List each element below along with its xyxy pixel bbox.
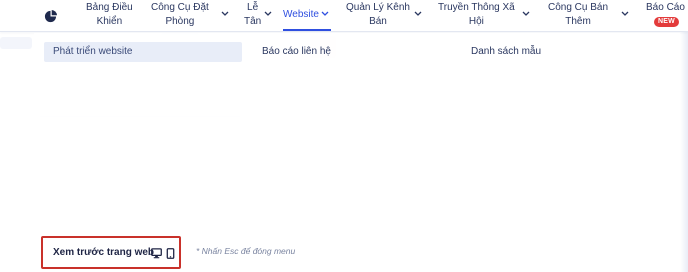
page-scrollbar[interactable]	[680, 32, 688, 272]
nav-item-social-media[interactable]: Truyền Thông Xã Hội	[438, 1, 515, 29]
nav-item-upsell-tools[interactable]: Công Cụ Bán Thêm	[548, 1, 608, 29]
nav-item-label: Công Cụ Bán Thêm	[548, 1, 608, 29]
nav-item-label-line: Tân	[244, 16, 262, 27]
chevron-down-icon[interactable]	[321, 11, 329, 17]
nav-item-reception[interactable]: Lễ Tân	[244, 1, 261, 29]
chevron-down-icon[interactable]	[621, 11, 629, 17]
nav-item-channel-manager[interactable]: Quản Lý Kênh Bán	[346, 1, 410, 29]
nav-item-label: Truyền Thông Xã Hội	[438, 1, 515, 29]
background-block	[0, 37, 32, 49]
nav-item-booking-tools[interactable]: Công Cụ Đặt Phòng	[151, 1, 209, 29]
chevron-down-icon[interactable]	[264, 11, 272, 17]
chevron-down-icon[interactable]	[414, 11, 422, 17]
nav-item-label-line: Hội	[468, 16, 484, 27]
nav-item-label-line: Khiển	[96, 16, 123, 27]
chevron-down-icon[interactable]	[221, 11, 229, 17]
menu-option-label: Danh sách mẫu	[471, 46, 542, 57]
desktop-icon[interactable]	[151, 248, 162, 259]
active-tab-indicator	[283, 29, 331, 31]
preview-button-label: Xem trước trang web	[53, 247, 155, 258]
menu-option-contact-report[interactable]: Báo cáo liên hệ	[262, 42, 331, 62]
nav-item-label: Báo Cáo	[646, 2, 685, 13]
tablet-icon[interactable]	[165, 248, 176, 259]
new-badge: NEW	[654, 17, 679, 27]
menu-option-website-development[interactable]: Phát triển website	[44, 42, 242, 62]
top-navigation: Bảng Điều Khiển Công Cụ Đặt Phòng Lễ Tân…	[0, 0, 688, 32]
chevron-down-icon[interactable]	[522, 11, 530, 17]
nav-item-label: Bảng Điều Khiển	[86, 1, 133, 29]
nav-item-label-line: Công Cụ Bán	[548, 2, 609, 13]
nav-item-label: Lễ Tân	[244, 1, 261, 29]
menu-option-template-list[interactable]: Danh sách mẫu	[471, 42, 541, 62]
preview-website-button[interactable]: Xem trước trang web	[41, 236, 181, 269]
nav-item-website[interactable]: Website	[283, 8, 319, 22]
nav-item-label-line: Lễ	[247, 2, 259, 13]
nav-item-label: Website	[283, 9, 319, 20]
nav-item-label: Quản Lý Kênh Bán	[346, 1, 410, 29]
close-menu-hint: * Nhấn Esc để đóng menu	[196, 246, 296, 256]
menu-option-label: Báo cáo liên hệ	[262, 46, 331, 57]
nav-item-label-line: Thêm	[565, 16, 591, 27]
nav-item-label-line: Phòng	[165, 16, 195, 27]
nav-item-dashboard[interactable]: Bảng Điều Khiển	[86, 1, 133, 29]
nav-item-label-line: Bảng Điều	[86, 2, 133, 13]
nav-item-label-line: Quản Lý Kênh	[346, 2, 410, 13]
menu-option-label: Phát triển website	[53, 46, 133, 57]
nav-item-reports[interactable]: Báo Cáo	[646, 1, 685, 15]
nav-item-label-line: Truyền Thông Xã	[438, 2, 515, 13]
nav-item-label-line: Bán	[369, 16, 387, 27]
nav-item-label: Công Cụ Đặt Phòng	[151, 1, 209, 29]
pie-chart-icon[interactable]	[44, 10, 57, 23]
nav-item-label-line: Công Cụ Đặt	[151, 2, 209, 13]
